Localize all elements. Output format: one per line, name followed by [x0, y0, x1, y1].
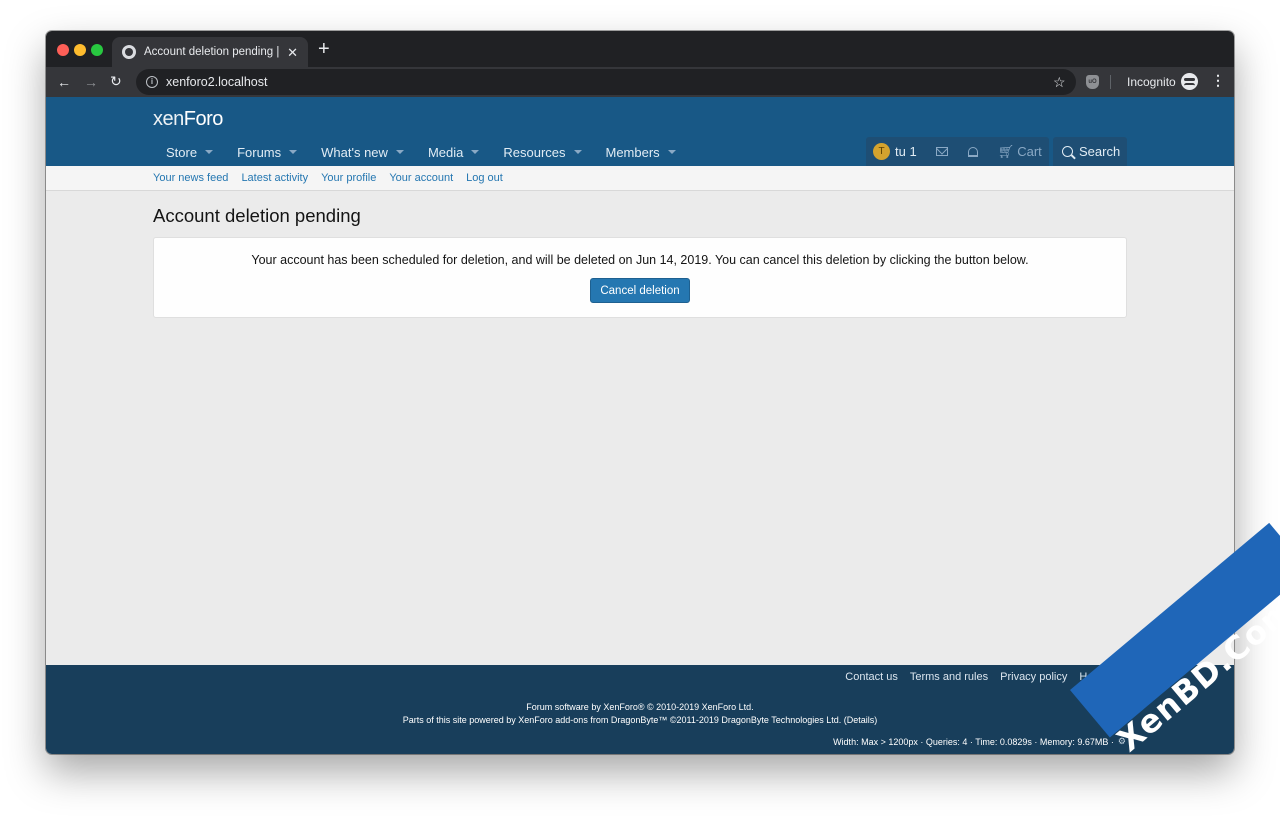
footer-privacy[interactable]: Privacy policy	[1000, 671, 1067, 683]
footer-contact-us[interactable]: Contact us	[845, 671, 898, 683]
address-bar[interactable]: i xenforo2.localhost	[136, 69, 1076, 95]
nav-label: What's new	[321, 144, 388, 160]
username-link[interactable]: tu 1	[895, 144, 917, 159]
new-tab-button[interactable]: +	[318, 39, 330, 59]
browser-window: Account deletion pending | XF2 ✕ + ← → ↻…	[46, 31, 1234, 754]
nav-label: Resources	[503, 144, 566, 160]
caret-down-icon[interactable]	[395, 150, 404, 154]
ublock-extension-icon[interactable]: uO	[1086, 75, 1099, 89]
nav-whats-new[interactable]: What's new	[309, 138, 416, 166]
globe-icon	[122, 45, 136, 59]
nav-members[interactable]: Members	[594, 138, 688, 166]
maximize-window-button[interactable]	[91, 44, 103, 56]
search-label: Search	[1079, 144, 1121, 159]
back-button[interactable]: ←	[57, 75, 71, 89]
caret-down-icon[interactable]	[573, 150, 582, 154]
tab-strip: Account deletion pending | XF2 ✕ +	[46, 31, 1234, 67]
site-logo[interactable]: xenForo	[153, 108, 223, 131]
site-footer: Contact us Terms and rules Privacy polic…	[46, 665, 1234, 754]
cart-icon[interactable]: 🛒︎	[998, 144, 1015, 160]
reload-button[interactable]: ↻	[110, 74, 122, 88]
tab-title: Account deletion pending | XF2	[144, 46, 280, 58]
main-nav: Store Forums What's new Media Resources …	[154, 138, 688, 166]
site-header: xenForo Store Forums What's new Media Re…	[46, 97, 1234, 166]
toolbar-divider	[1110, 75, 1111, 89]
browser-tab[interactable]: Account deletion pending | XF2 ✕	[112, 37, 308, 67]
nav-label: Members	[605, 144, 660, 160]
subnav-latest-activity[interactable]: Latest activity	[241, 172, 308, 184]
nav-label: Store	[166, 144, 198, 160]
cart-link[interactable]: Cart	[1017, 144, 1042, 159]
nav-resources[interactable]: Resources	[491, 138, 593, 166]
subnav-log-out[interactable]: Log out	[466, 172, 503, 184]
incognito-label: Incognito	[1127, 75, 1176, 89]
nav-forums[interactable]: Forums	[225, 138, 309, 166]
debug-stats-text: Width: Max > 1200px · Queries: 4 · Time:…	[833, 736, 1114, 747]
nav-media[interactable]: Media	[416, 138, 491, 166]
bookmark-star-icon[interactable]: ☆	[1053, 74, 1066, 91]
browser-menu-icon[interactable]: ⋮	[1211, 73, 1225, 87]
avatar[interactable]: T	[873, 143, 890, 160]
subnav-your-account[interactable]: Your account	[389, 172, 453, 184]
nav-label: Media	[427, 144, 464, 160]
subnav-news-feed[interactable]: Your news feed	[153, 172, 228, 184]
envelope-icon[interactable]	[935, 147, 948, 156]
footer-debug-stats: Width: Max > 1200px · Queries: 4 · Time:…	[833, 736, 1126, 747]
info-icon[interactable]: i	[146, 76, 158, 88]
deletion-message: Your account has been scheduled for dele…	[251, 253, 1029, 267]
search-button[interactable]: Search	[1053, 137, 1127, 166]
forward-button[interactable]: →	[84, 75, 98, 89]
footer-addons-credit: Parts of this site powered by XenForo ad…	[402, 715, 878, 725]
close-window-button[interactable]	[57, 44, 69, 56]
caret-down-icon[interactable]	[471, 150, 480, 154]
caret-down-icon[interactable]	[205, 150, 214, 154]
web-page: xenForo Store Forums What's new Media Re…	[46, 97, 1234, 754]
nav-store[interactable]: Store	[154, 138, 225, 166]
user-area: T tu 1 🛒︎ Cart	[866, 137, 1049, 166]
footer-terms[interactable]: Terms and rules	[910, 671, 988, 683]
cancel-deletion-button[interactable]: Cancel deletion	[590, 278, 690, 303]
bell-icon[interactable]	[967, 146, 978, 157]
sub-nav: Your news feed Latest activity Your prof…	[46, 166, 1234, 191]
logo-text-foro: Foro	[183, 108, 224, 130]
subnav-your-profile[interactable]: Your profile	[321, 172, 376, 184]
search-icon	[1062, 146, 1073, 157]
logo-text-xen: xen	[153, 108, 184, 130]
page-title: Account deletion pending	[153, 205, 361, 226]
incognito-icon[interactable]	[1181, 73, 1198, 90]
nav-label: Forums	[237, 144, 282, 160]
close-tab-icon[interactable]: ✕	[287, 46, 298, 59]
browser-toolbar: ← → ↻ i xenforo2.localhost ☆ uO Incognit…	[46, 67, 1234, 97]
caret-down-icon[interactable]	[289, 150, 298, 154]
url-text[interactable]: xenforo2.localhost	[166, 75, 267, 89]
main-content: Account deletion pending Your account ha…	[46, 205, 1234, 318]
footer-copyright: Forum software by XenForo® © 2010-2019 X…	[526, 702, 754, 712]
minimize-window-button[interactable]	[74, 44, 86, 56]
deletion-notice-block: Your account has been scheduled for dele…	[153, 237, 1127, 318]
caret-down-icon[interactable]	[667, 150, 676, 154]
